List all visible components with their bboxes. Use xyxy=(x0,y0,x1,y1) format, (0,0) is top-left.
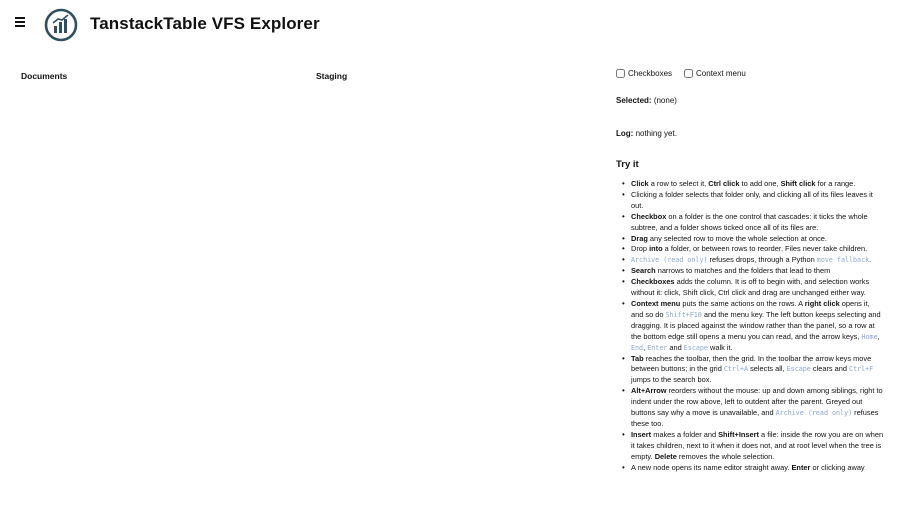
help-tip: Insert makes a folder and Shift+Insert a… xyxy=(616,430,884,463)
tip-keyword: Shift click xyxy=(780,179,816,188)
tip-text: and xyxy=(667,342,684,352)
tip-text: , xyxy=(877,331,880,341)
context-menu-toggle-label: Context menu xyxy=(696,68,746,78)
tip-text: A new node opens its name editor straigh… xyxy=(631,462,792,472)
tip-text: . xyxy=(869,255,872,265)
tip-code: Home xyxy=(861,332,878,341)
tip-text: makes a folder and xyxy=(651,429,719,439)
help-tip: Tab reaches the toolbar, then the grid. … xyxy=(616,354,884,387)
tip-text: walk it. xyxy=(707,342,733,352)
help-tip: Context menu puts the same actions on th… xyxy=(616,299,884,354)
tip-text: Clicking a folder selects that folder on… xyxy=(631,189,873,210)
checkboxes-toggle-label: Checkboxes xyxy=(628,68,673,78)
tip-keyword: Delete xyxy=(654,451,677,461)
hamburger-menu-icon[interactable] xyxy=(13,14,29,30)
help-tip: Checkboxes adds the column. It is off to… xyxy=(616,277,884,299)
checkboxes-toggle[interactable]: Checkboxes xyxy=(616,68,673,78)
tip-keyword: Click xyxy=(631,179,649,188)
tip-code: Archive (read only) xyxy=(775,409,853,418)
tip-code: Escape xyxy=(683,343,708,352)
selected-label: Selected: xyxy=(616,96,652,105)
tip-text: clears and xyxy=(810,364,850,374)
tip-keyword: Drag xyxy=(631,233,648,243)
help-tip: Click a row to select it, Ctrl click to … xyxy=(616,179,884,190)
tip-keyword: Search xyxy=(631,266,656,276)
help-tip: Alt+Arrow reorders without the mouse: up… xyxy=(616,386,884,430)
staging-panel-title: Staging xyxy=(316,71,348,81)
tip-keyword: Context menu xyxy=(631,298,681,308)
tip-text: narrows to matches and the folders that … xyxy=(655,266,831,276)
tip-text: or clicking away xyxy=(810,462,865,472)
tip-text: any selected row to move the whole selec… xyxy=(647,233,827,243)
selected-value: (none) xyxy=(653,96,677,105)
checkboxes-checkbox[interactable] xyxy=(616,68,625,78)
help-tip: Drop into a folder, or between rows to r… xyxy=(616,244,884,255)
tip-text: puts the same actions on the rows. A xyxy=(680,298,805,308)
tip-code: Enter xyxy=(647,343,668,352)
tip-keyword: Ctrl click xyxy=(708,179,740,188)
log-label: Log: xyxy=(616,129,634,138)
help-tip: Checkbox on a folder is the one control … xyxy=(616,212,884,234)
tip-text: a folder, or between rows to reorder. Fi… xyxy=(662,244,868,254)
tip-text: Drop xyxy=(631,244,650,254)
tip-code: End xyxy=(631,343,644,352)
tip-keyword: Tab xyxy=(631,353,644,363)
tip-text: on a folder is the one control that casc… xyxy=(631,211,868,232)
documents-panel-title: Documents xyxy=(21,71,68,81)
tip-keyword: Insert xyxy=(631,429,652,439)
tip-code: Ctrl+F xyxy=(849,365,874,374)
tip-code: Escape xyxy=(786,365,811,374)
app-header: TanstackTable VFS Explorer xyxy=(0,0,900,50)
tip-text: a row to select it, xyxy=(648,179,709,188)
help-tip: Archive (read only) refuses drops, throu… xyxy=(616,255,884,266)
context-menu-checkbox[interactable] xyxy=(684,68,694,78)
tip-code: Archive (read only) xyxy=(631,256,708,265)
tip-keyword: right click xyxy=(804,298,840,308)
tip-text: to add one, xyxy=(739,179,781,188)
log-status: Log: nothing yet. xyxy=(616,129,677,138)
help-tip: Drag any selected row to move the whole … xyxy=(616,234,884,245)
tip-text: jumps to the search box. xyxy=(631,375,712,385)
tip-keyword: Shift+Insert xyxy=(718,429,759,439)
chart-logo-icon xyxy=(44,8,78,42)
try-it-heading: Try it xyxy=(616,159,639,170)
tip-text: selects all, xyxy=(748,364,787,374)
tip-code: Shift+F10 xyxy=(665,310,702,319)
options-sidebar: Checkboxes Context menu Selected: (none)… xyxy=(616,66,884,473)
tip-keyword: Checkbox xyxy=(631,211,667,221)
tip-text: removes the whole selection. xyxy=(676,451,775,461)
tip-keyword: Enter xyxy=(791,462,811,472)
tip-keyword: Alt+Arrow xyxy=(631,386,667,396)
tip-keyword: Checkboxes xyxy=(631,277,675,287)
selected-status: Selected: (none) xyxy=(616,96,677,105)
tip-code: Ctrl+A xyxy=(723,365,749,374)
help-tip: Clicking a folder selects that folder on… xyxy=(616,190,884,212)
tip-text: for a range. xyxy=(815,179,856,188)
context-menu-toggle[interactable]: Context menu xyxy=(684,68,746,78)
tip-text: refuses drops, through a Python xyxy=(707,255,817,265)
help-tips-list: Click a row to select it, Ctrl click to … xyxy=(616,179,884,473)
app-title: TanstackTable VFS Explorer xyxy=(90,14,320,33)
log-value: nothing yet. xyxy=(635,129,677,138)
help-tip: Search narrows to matches and the folder… xyxy=(616,266,884,277)
help-tip: A new node opens its name editor straigh… xyxy=(616,463,884,474)
option-toggles: Checkboxes Context menu xyxy=(616,66,884,80)
tip-keyword: into xyxy=(649,244,663,254)
tip-code: move fallback xyxy=(816,256,870,265)
